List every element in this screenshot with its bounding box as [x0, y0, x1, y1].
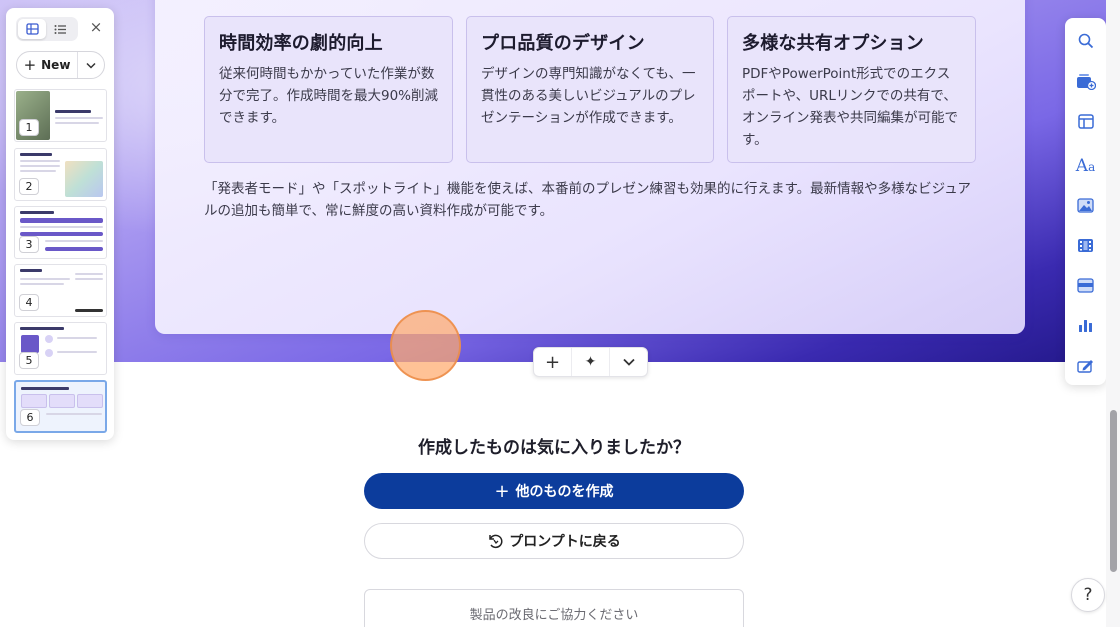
cursor-click-indicator: [390, 310, 461, 381]
help-icon: ?: [1083, 585, 1093, 605]
feature-text: 従来何時間もかかっていた作業が数分で完了。作成時間を最大90%削減できます。: [219, 66, 439, 126]
back-to-prompt-label: プロンプトに戻る: [509, 534, 621, 550]
slide-thumbnail-5[interactable]: 5: [14, 322, 107, 375]
add-card-tool-button[interactable]: [1065, 69, 1106, 93]
plus-icon: +: [494, 480, 510, 502]
feature-card-design[interactable]: プロ品質のデザイン デザインの専門知識がなくても、一貫性のある美しいビジュアルの…: [466, 16, 714, 163]
thumbnail-view-button[interactable]: [18, 19, 46, 39]
bar-chart-icon: [1079, 320, 1092, 332]
layout-tool-button[interactable]: [1065, 109, 1106, 133]
new-card-label: New: [41, 58, 71, 72]
view-mode-toggle: [16, 17, 78, 41]
new-card-split-button: + New: [16, 51, 105, 79]
video-icon: [1078, 238, 1093, 252]
slide-outline-panel: × + New 1 2 3 4 5 6: [6, 8, 114, 440]
text-tool-button[interactable]: Aa: [1065, 154, 1106, 178]
new-card-dropdown[interactable]: [78, 52, 104, 78]
create-other-button[interactable]: + 他のものを作成: [364, 473, 744, 509]
video-tool-button[interactable]: [1065, 233, 1106, 257]
list-view-button[interactable]: [46, 19, 74, 39]
plus-icon: +: [544, 351, 561, 373]
add-card-button[interactable]: +: [534, 348, 572, 376]
insert-tools-sidebar: Aa: [1065, 18, 1106, 385]
chevron-down-icon: [86, 62, 96, 69]
search-tool-button[interactable]: [1065, 29, 1106, 53]
close-panel-button[interactable]: ×: [88, 18, 104, 36]
feature-title: 多様な共有オプション: [742, 33, 924, 54]
feature-title: プロ品質のデザイン: [481, 33, 645, 54]
form-edit-icon: [1076, 359, 1093, 373]
plus-icon: +: [23, 56, 37, 74]
scrollbar-thumb[interactable]: [1110, 410, 1117, 572]
feature-text: PDFやPowerPoint形式でのエクスポートや、URLリンクでの共有で、オン…: [742, 66, 958, 148]
slide-number: 4: [19, 294, 39, 311]
product-improvement-feedback[interactable]: 製品の改良にご協力ください: [364, 589, 744, 627]
embed-icon: [1077, 277, 1094, 293]
sparkle-icon: ✦: [584, 354, 597, 370]
create-other-label: 他のものを作成: [515, 484, 614, 500]
help-button[interactable]: ?: [1071, 578, 1105, 612]
card-add-icon: [1076, 74, 1096, 90]
feature-text: デザインの専門知識がなくても、一貫性のある美しいビジュアルのプレゼンテーションが…: [481, 66, 696, 126]
grid-icon: [25, 23, 39, 35]
back-to-prompt-button[interactable]: プロンプトに戻る: [364, 523, 744, 559]
slide-thumbnail-3[interactable]: 3: [14, 206, 107, 259]
text-style-icon: Aa: [1075, 156, 1096, 176]
slide-thumbnail-1[interactable]: 1: [14, 89, 107, 142]
slide-thumbnail-4[interactable]: 4: [14, 264, 107, 317]
list-icon: [54, 24, 66, 34]
search-icon: [1078, 33, 1093, 49]
slide-number: 5: [19, 352, 39, 369]
slide-insert-toolbar: + ✦: [533, 347, 648, 377]
embed-tool-button[interactable]: [1065, 273, 1106, 297]
slide-number: 2: [19, 178, 39, 195]
slide-thumbnail-6[interactable]: 6: [14, 380, 107, 433]
slide-number: 6: [20, 409, 40, 426]
slide-number: 3: [19, 236, 39, 253]
slide-number: 1: [19, 119, 39, 136]
form-tool-button[interactable]: [1065, 353, 1106, 377]
insert-options-dropdown[interactable]: [610, 348, 647, 376]
slide-thumbnail-2[interactable]: 2: [14, 148, 107, 201]
feedback-question: 作成したものは気に入りましたか？: [418, 438, 690, 458]
ai-generate-button[interactable]: ✦: [572, 348, 610, 376]
feature-title: 時間効率の劇的向上: [219, 33, 383, 54]
new-card-button[interactable]: + New: [17, 52, 78, 78]
chevron-down-icon: [622, 358, 635, 366]
close-icon: ×: [89, 18, 103, 36]
feature-card-time[interactable]: 時間効率の劇的向上 従来何時間もかかっていた作業が数分で完了。作成時間を最大90…: [204, 16, 453, 163]
feature-card-share[interactable]: 多様な共有オプション PDFやPowerPoint形式でのエクスポートや、URL…: [727, 16, 976, 163]
chart-tool-button[interactable]: [1065, 313, 1106, 337]
layout-icon: [1077, 113, 1094, 129]
image-icon: [1077, 197, 1094, 213]
improve-label: 製品の改良にご協力ください: [469, 608, 639, 623]
undo-icon: [489, 534, 503, 549]
image-tool-button[interactable]: [1065, 193, 1106, 217]
slide-body-text[interactable]: 「発表者モード」や「スポットライト」機能を使えば、本番前のプレゼン練習も効果的に…: [204, 178, 984, 222]
